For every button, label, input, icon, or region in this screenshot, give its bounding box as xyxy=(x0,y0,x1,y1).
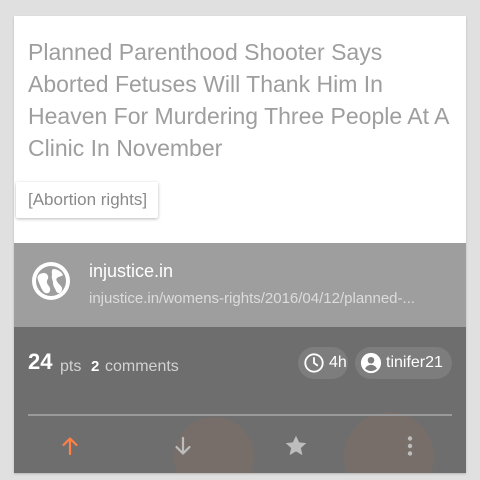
meta-bar: 24 pts 2 comments 4h tinifer21 xyxy=(14,327,466,473)
time-chip: 4h xyxy=(298,347,348,379)
source-bar[interactable]: injustice.in injustice.in/womens-rights/… xyxy=(14,243,466,327)
comments-label[interactable]: comments xyxy=(105,358,179,376)
star-icon xyxy=(285,435,307,456)
downvote-button[interactable] xyxy=(165,428,201,464)
source-name[interactable]: injustice.in xyxy=(89,261,173,282)
time-label: 4h xyxy=(329,354,347,371)
clock-icon xyxy=(304,353,324,373)
comments-count[interactable]: 2 xyxy=(91,358,99,375)
divider xyxy=(28,414,452,416)
upvote-button[interactable] xyxy=(52,428,88,464)
arrow-down-icon xyxy=(175,436,191,455)
globe-icon xyxy=(32,262,70,300)
post-title[interactable]: Planned Parenthood Shooter Says Aborted … xyxy=(28,36,453,164)
favorite-button[interactable] xyxy=(278,428,314,464)
arrow-up-icon xyxy=(62,437,78,456)
post-tag[interactable]: [Abortion rights] xyxy=(16,182,159,218)
username[interactable]: tinifer21 xyxy=(386,354,443,372)
more-vert-icon xyxy=(407,436,413,456)
points-count: 24 xyxy=(28,349,53,374)
source-url[interactable]: injustice.in/womens-rights/2016/04/12/pl… xyxy=(89,290,449,307)
account-icon xyxy=(360,352,382,374)
points-label: pts xyxy=(60,358,82,375)
more-options-button[interactable] xyxy=(392,428,428,464)
user-chip[interactable]: tinifer21 xyxy=(355,347,452,379)
post-card[interactable]: Planned Parenthood Shooter Says Aborted … xyxy=(14,16,466,473)
